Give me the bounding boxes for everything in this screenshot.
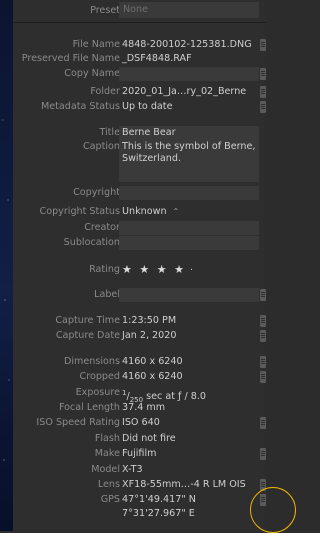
- title-row: Title Berne Bear: [13, 126, 266, 140]
- make-row: Make Fujifilm: [13, 447, 266, 461]
- creator-field[interactable]: [119, 221, 259, 235]
- lens-value: XF18-55mm…-4 R LM OIS: [122, 479, 246, 490]
- iso-row: ISO Speed Rating ISO 640: [13, 416, 266, 430]
- copy-name-label: Copy Name: [64, 68, 120, 79]
- metadata-status-label: Metadata Status: [40, 101, 120, 112]
- preserved-file-name-row: Preserved File Name _DSF4848.RAF: [13, 52, 266, 66]
- preset-value: None: [123, 4, 149, 15]
- flash-label: Flash: [94, 433, 120, 444]
- lens-row: Lens XF18-55mm…-4 R LM OIS: [13, 478, 266, 492]
- label-label: Label: [94, 289, 120, 300]
- exposure-row: Exposure 1/250 sec at ƒ / 8.0: [13, 386, 266, 404]
- iso-value: ISO 640: [122, 417, 160, 428]
- preserved-file-name-value: _DSF4848.RAF: [122, 53, 192, 64]
- capture-time-value: 1:23:50 PM: [122, 315, 177, 326]
- caption-value: This is the symbol of Berne, Switzerland…: [122, 141, 256, 164]
- folder-value: 2020_01_Ja…ry_02_Berne: [122, 86, 247, 97]
- gps-line2: 7°31'27.967" E: [122, 508, 195, 519]
- capture-date-label: Capture Date: [55, 330, 120, 341]
- label-field[interactable]: [119, 288, 259, 302]
- dimensions-action-button[interactable]: [260, 356, 266, 368]
- make-label: Make: [94, 448, 120, 459]
- caption-row: Caption This is the symbol of Berne, Swi…: [13, 140, 266, 182]
- folder-row: Folder 2020_01_Ja…ry_02_Berne: [13, 85, 266, 99]
- photo-edge: [0, 0, 13, 531]
- iso-label: ISO Speed Rating: [36, 417, 120, 428]
- creator-row: Creator: [13, 221, 266, 235]
- creator-label: Creator: [84, 222, 120, 233]
- capture-time-action-button[interactable]: [260, 315, 266, 327]
- model-label: Model: [91, 464, 120, 475]
- iso-action-button[interactable]: [260, 417, 266, 429]
- copy-name-field[interactable]: [119, 67, 259, 81]
- file-name-value[interactable]: 4848-200102-125381.DNG: [122, 38, 252, 52]
- metadata-panel: Preset None File Name 4848-200102-125381…: [13, 0, 296, 533]
- model-value: X-T3: [122, 464, 143, 475]
- file-name-row: File Name 4848-200102-125381.DNG: [13, 38, 266, 52]
- copyright-status-row: Copyright Status Unknown ⌃: [13, 205, 266, 219]
- make-value: Fujifilm: [122, 448, 157, 459]
- file-name-action-button[interactable]: [260, 39, 266, 51]
- chevron-updown-icon: ⌃: [172, 207, 180, 216]
- flash-row: Flash Did not fire: [13, 432, 266, 446]
- copyright-field[interactable]: [119, 186, 259, 200]
- gps-label: GPS: [100, 494, 120, 505]
- cropped-row: Cropped 4160 x 6240: [13, 370, 266, 384]
- rating-dot: ·: [189, 265, 193, 276]
- copy-name-row: Copy Name: [13, 67, 266, 81]
- cropped-value: 4160 x 6240: [122, 371, 183, 382]
- copy-name-action-button[interactable]: [260, 68, 266, 80]
- label-action-button[interactable]: [260, 289, 266, 301]
- label-row: Label: [13, 288, 266, 302]
- model-row: Model X-T3: [13, 463, 266, 477]
- preserved-file-name-label: Preserved File Name: [21, 53, 120, 64]
- preset-label: Preset: [90, 5, 120, 16]
- exposure-label: Exposure: [75, 387, 120, 398]
- cropped-label: Cropped: [79, 371, 120, 382]
- rating-label: Rating: [89, 264, 120, 275]
- dimensions-value: 4160 x 6240: [122, 356, 183, 367]
- capture-date-value: Jan 2, 2020: [122, 330, 177, 341]
- title-value: Berne Bear: [122, 127, 176, 138]
- sublocation-row: Sublocation: [13, 236, 266, 250]
- file-name-label: File Name: [72, 39, 120, 50]
- sublocation-field[interactable]: [119, 236, 259, 250]
- dimensions-label: Dimensions: [64, 356, 120, 367]
- rating-stars-control[interactable]: ★ ★ ★ ★ ·: [122, 262, 193, 279]
- copyright-status-select[interactable]: Unknown ⌃: [122, 205, 179, 219]
- caption-label: Caption: [82, 141, 120, 152]
- title-label: Title: [99, 127, 120, 138]
- sublocation-label: Sublocation: [63, 237, 120, 248]
- cropped-action-button[interactable]: [260, 371, 266, 383]
- dimensions-row: Dimensions 4160 x 6240: [13, 355, 266, 369]
- highlight-circle: [250, 487, 296, 533]
- metadata-status-action-button[interactable]: [260, 101, 266, 113]
- capture-time-label: Capture Time: [55, 315, 120, 326]
- flash-value: Did not fire: [122, 433, 176, 444]
- capture-date-row: Capture Date Jan 2, 2020: [13, 329, 266, 343]
- lens-label: Lens: [97, 479, 120, 490]
- capture-time-row: Capture Time 1:23:50 PM: [13, 314, 266, 328]
- copyright-row: Copyright: [13, 186, 266, 200]
- focal-length-row: Focal Length 37.4 mm: [13, 401, 266, 415]
- gps-row: GPS 47°1'49.417" N 7°31'27.967" E: [13, 493, 266, 521]
- copyright-status-label: Copyright Status: [39, 206, 121, 217]
- preset-select[interactable]: None: [119, 2, 259, 18]
- make-action-button[interactable]: [260, 448, 266, 460]
- copyright-label: Copyright: [73, 187, 120, 198]
- focal-length-value: 37.4 mm: [122, 402, 166, 413]
- metadata-status-row: Metadata Status Up to date: [13, 100, 266, 114]
- star-icons: ★ ★ ★ ★: [122, 263, 186, 276]
- copyright-status-value: Unknown: [122, 206, 167, 217]
- exposure-numerator: 1: [122, 389, 127, 397]
- gps-line1: 47°1'49.417" N: [122, 494, 196, 505]
- metadata-status-value: Up to date: [122, 101, 173, 112]
- folder-action-button[interactable]: [260, 86, 266, 98]
- divider: [13, 22, 266, 23]
- focal-length-label: Focal Length: [58, 402, 120, 413]
- preset-row: Preset None: [13, 2, 266, 20]
- folder-label: Folder: [90, 86, 120, 97]
- rating-row: Rating ★ ★ ★ ★ ·: [13, 262, 266, 278]
- capture-date-action-button[interactable]: [260, 330, 266, 342]
